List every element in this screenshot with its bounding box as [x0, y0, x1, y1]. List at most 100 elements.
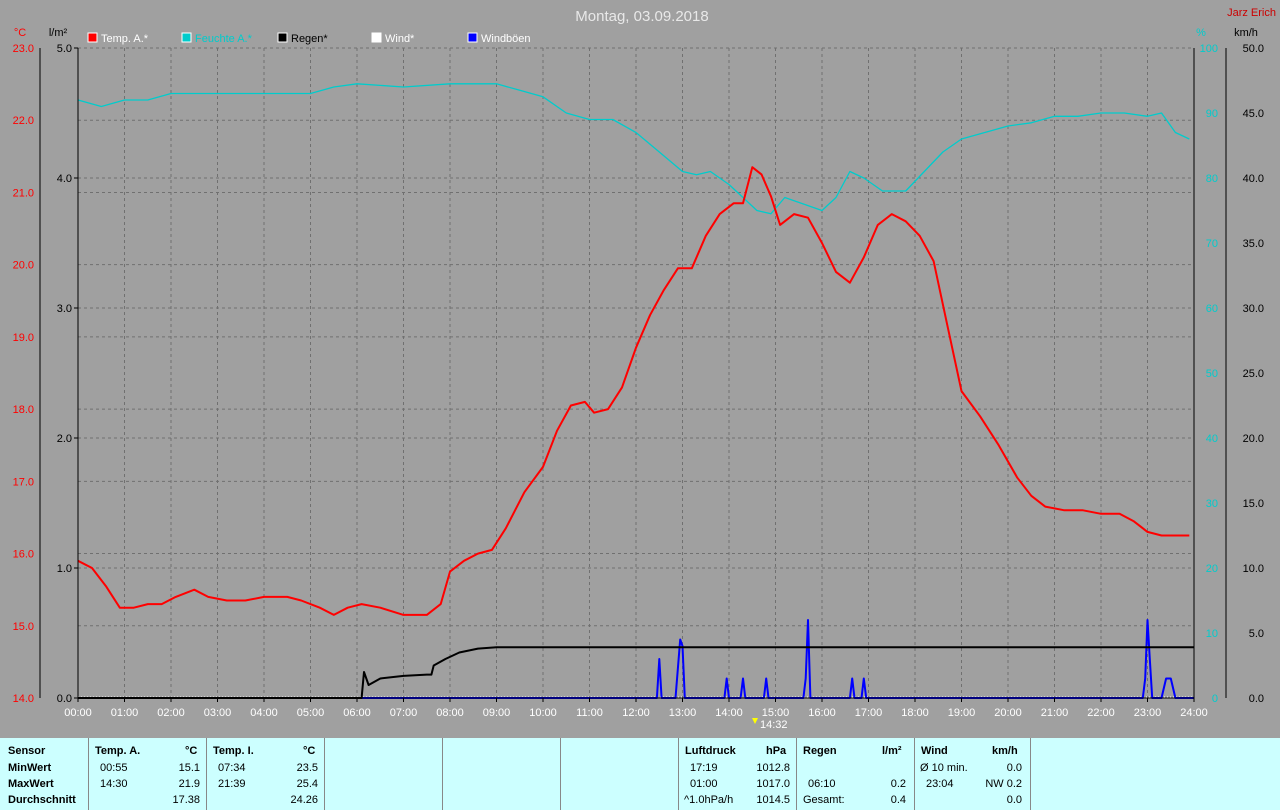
temp-i-max-time: 21:39: [218, 778, 246, 790]
rain-tick-label: 5.0: [57, 43, 72, 55]
x-tick-label: 06:00: [343, 707, 371, 719]
stats-divider: [1030, 738, 1031, 810]
x-tick-label: 01:00: [111, 707, 139, 719]
x-tick-label: 18:00: [901, 707, 929, 719]
pressure-trend-label: ^1.0hPa/h: [684, 794, 734, 806]
stats-panel: Sensor MinWert MaxWert Durchschnitt Temp…: [0, 738, 1280, 810]
series-temp-a: [77, 166, 1190, 616]
rain-max: 0.2: [890, 778, 906, 790]
x-tick-label: 23:00: [1134, 707, 1162, 719]
wind-tick-label: 15.0: [1243, 498, 1264, 510]
stats-divider: [324, 738, 325, 810]
wind-tick-label: 10.0: [1243, 563, 1264, 575]
rain-unit: l/m²: [882, 745, 902, 757]
legend-label: Regen*: [291, 33, 328, 45]
temp-tick-label: 14.0: [13, 693, 34, 705]
rain-header: Regen: [803, 745, 837, 757]
temp-i-header: Temp. I.: [213, 745, 254, 757]
wind-max-time: 23:04: [926, 778, 954, 790]
legend: Temp. A.* Feuchte A.* Regen* Wind* Windböen: [87, 32, 531, 45]
x-tick-label: 17:00: [855, 707, 883, 719]
maxwert-label: MaxWert: [8, 778, 54, 790]
legend-label: Temp. A.*: [101, 33, 149, 45]
wind-unit: km/h: [992, 745, 1018, 757]
wind-header: Wind: [921, 745, 948, 757]
x-tick-label: 16:00: [808, 707, 836, 719]
author-label: Jarz Erich: [1227, 7, 1276, 19]
stats-divider: [88, 738, 89, 810]
rain-max-time: 06:10: [808, 778, 836, 790]
humidity-tick-label: 80: [1206, 173, 1218, 185]
pressure-unit: hPa: [766, 745, 787, 757]
rain-tick-label: 3.0: [57, 303, 72, 315]
stats-divider: [442, 738, 443, 810]
temp-tick-label: 20.0: [13, 260, 34, 272]
wind-avg-label: Ø 10 min.: [920, 762, 968, 774]
pressure-max: 1017.0: [756, 778, 790, 790]
legend-swatch: [181, 32, 192, 43]
x-tick-label: 03:00: [204, 707, 232, 719]
pressure-header: Luftdruck: [685, 745, 736, 757]
stats-divider: [206, 738, 207, 810]
x-tick-label: 12:00: [622, 707, 650, 719]
rain-unit-label: l/m²: [49, 27, 68, 39]
wind-avg: 0.0: [1006, 762, 1022, 774]
wind-tick-label: 35.0: [1243, 238, 1264, 250]
legend-label: Feuchte A.*: [195, 33, 253, 45]
wind-tick-label: 30.0: [1243, 303, 1264, 315]
temp-a-max-time: 14:30: [100, 778, 128, 790]
wind-tick-label: 40.0: [1243, 173, 1264, 185]
series-humidity: [77, 83, 1190, 215]
wind-unit-label: km/h: [1234, 27, 1258, 39]
humidity-tick-label: 70: [1206, 238, 1218, 250]
temp-unit-label: °C: [14, 27, 26, 39]
humidity-tick-label: 10: [1206, 628, 1218, 640]
axes-layer: 00:00 01:00 02:00 03:00 04:00 05:00 06:00 07:00…: [13, 27, 1264, 719]
x-tick-label: 15:00: [762, 707, 790, 719]
x-tick-label: 10:00: [529, 707, 557, 719]
humidity-tick-label: 60: [1206, 303, 1218, 315]
rain-tick-label: 4.0: [57, 173, 72, 185]
temp-tick-label: 16.0: [13, 549, 34, 561]
temp-tick-label: 22.0: [13, 115, 34, 127]
wind-tick-label: 45.0: [1243, 108, 1264, 120]
legend-swatch: [371, 32, 382, 43]
temp-a-unit: °C: [185, 745, 198, 757]
x-tick-label: 11:00: [576, 707, 603, 719]
humidity-tick-label: 40: [1206, 433, 1218, 445]
wind-tick-label: 25.0: [1243, 368, 1264, 380]
cursor-marker: 14:32: [752, 718, 788, 731]
humidity-tick-label: 100: [1200, 43, 1218, 55]
legend-swatch: [277, 32, 288, 43]
temp-i-max: 25.4: [296, 778, 318, 790]
x-tick-label: 13:00: [669, 707, 697, 719]
humidity-unit-label: %: [1196, 27, 1206, 39]
temp-tick-label: 19.0: [13, 332, 34, 344]
temp-tick-label: 18.0: [13, 404, 34, 416]
weather-chart: 00:00 01:00 02:00 03:00 04:00 05:00 06:00 07:00…: [13, 7, 1276, 731]
stats-divider: [796, 738, 797, 810]
temp-tick-label: 23.0: [13, 43, 34, 55]
pressure-max-time: 01:00: [690, 778, 718, 790]
temp-a-min-time: 00:55: [100, 762, 128, 774]
temp-a-min: 15.1: [178, 762, 200, 774]
stats-divider: [678, 738, 679, 810]
temp-tick-label: 17.0: [13, 476, 34, 488]
pressure-trend: 1014.5: [756, 794, 790, 806]
x-tick-label: 02:00: [157, 707, 185, 719]
wind-tick-label: 50.0: [1243, 43, 1264, 55]
x-tick-label: 14:00: [715, 707, 743, 719]
humidity-tick-label: 0: [1212, 693, 1218, 705]
minwert-label: MinWert: [8, 762, 52, 774]
pressure-min: 1012.8: [756, 762, 790, 774]
rain-total: 0.4: [890, 794, 906, 806]
x-tick-label: 22:00: [1087, 707, 1115, 719]
humidity-tick-label: 30: [1206, 498, 1218, 510]
wind-tick-label: 0.0: [1249, 693, 1264, 705]
stats-divider: [914, 738, 915, 810]
temp-tick-label: 15.0: [13, 621, 34, 633]
x-tick-label: 19:00: [948, 707, 976, 719]
legend-label: Wind*: [385, 33, 415, 45]
rain-total-label: Gesamt:: [803, 794, 845, 806]
wind-last: 0.0: [1006, 794, 1022, 806]
